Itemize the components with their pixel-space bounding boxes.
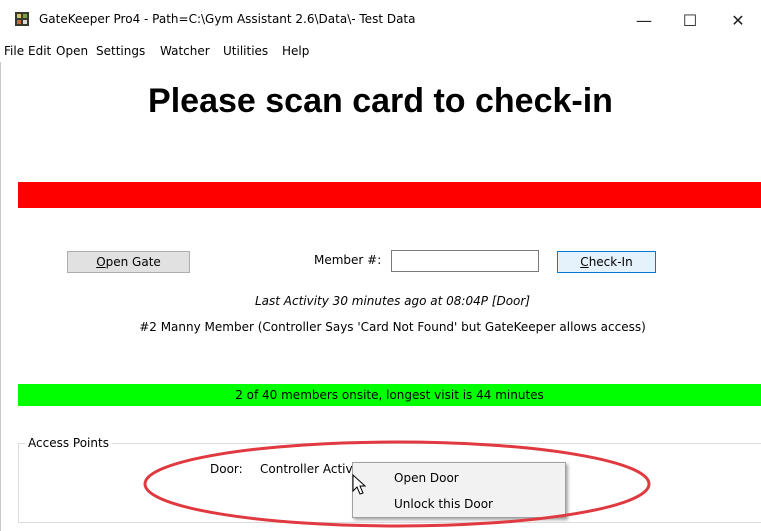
door-context-menu: Open Door Unlock this Door: [352, 462, 566, 518]
menu-open[interactable]: Open: [56, 44, 88, 58]
menu-bar: File Edit Open Settings Watcher Utilitie…: [0, 40, 761, 63]
check-in-accel: C: [580, 255, 589, 269]
menu-help[interactable]: Help: [282, 44, 309, 58]
onsite-status-bar: 2 of 40 members onsite, longest visit is…: [18, 384, 761, 406]
check-in-button[interactable]: Check-In: [557, 251, 656, 273]
menu-edit[interactable]: Edit: [28, 44, 51, 58]
alert-bar: [18, 182, 761, 208]
access-points-title: Access Points: [25, 436, 112, 450]
open-gate-accel: O: [96, 255, 106, 269]
member-number-label: Member #:: [314, 253, 382, 267]
window-title: GateKeeper Pro4 - Path=C:\Gym Assistant …: [39, 12, 416, 26]
member-number-input[interactable]: [391, 250, 539, 272]
last-activity-text: Last Activity 30 minutes ago at 08:04P […: [254, 294, 531, 308]
menu-item-open-door[interactable]: Open Door: [353, 466, 565, 490]
menu-utilities[interactable]: Utilities: [223, 44, 268, 58]
menu-file[interactable]: File: [4, 44, 24, 58]
open-gate-label: pen Gate: [105, 255, 161, 269]
close-button[interactable]: ✕: [715, 0, 761, 40]
minimize-button[interactable]: —: [621, 0, 667, 40]
door-label: Door:: [210, 462, 243, 476]
menu-item-unlock-door[interactable]: Unlock this Door: [353, 492, 565, 516]
menu-settings[interactable]: Settings: [96, 44, 145, 58]
door-status[interactable]: Controller Active: [260, 462, 352, 476]
menu-watcher[interactable]: Watcher: [160, 44, 210, 58]
onsite-status-text: 2 of 40 members onsite, longest visit is…: [235, 388, 544, 402]
title-bar[interactable]: GateKeeper Pro4 - Path=C:\Gym Assistant …: [0, 0, 761, 40]
app-icon: [15, 12, 29, 26]
check-in-label: heck-In: [588, 255, 633, 269]
maximize-button[interactable]: ☐: [667, 0, 713, 40]
open-gate-button[interactable]: Open Gate: [67, 251, 190, 273]
member-status-text: #2 Manny Member (Controller Says 'Card N…: [139, 320, 646, 334]
page-title: Please scan card to check-in: [148, 82, 613, 120]
